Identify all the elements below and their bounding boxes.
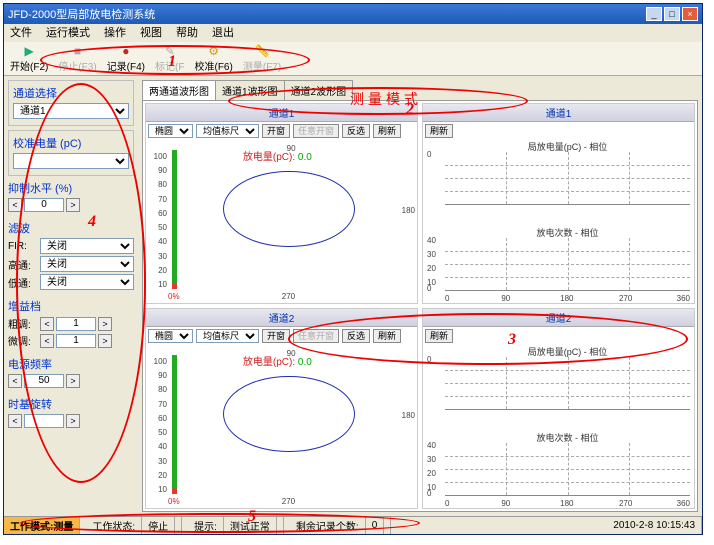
suppress-dec[interactable]: < bbox=[8, 198, 22, 212]
channel-select[interactable]: 通道1 bbox=[13, 103, 129, 119]
maximize-icon[interactable]: □ bbox=[664, 7, 680, 21]
play-icon: ▶ bbox=[25, 44, 34, 58]
group-filter: 滤波 FIR:关闭 高通:关闭 低通:关闭 bbox=[8, 220, 134, 294]
menu-runmode[interactable]: 运行模式 bbox=[46, 24, 90, 42]
fine-dec[interactable]: < bbox=[40, 334, 54, 348]
menu-operate[interactable]: 操作 bbox=[104, 24, 126, 42]
group-title: 通道选择 bbox=[13, 85, 129, 101]
refresh2-button[interactable]: 刷新 bbox=[425, 124, 453, 138]
tab-ch1[interactable]: 通道1波形图 bbox=[215, 80, 285, 100]
pane-grid-ch1: 通道1 刷新 局放电量(pC) - 相位 0 放电次数 - 相位 40 30 2… bbox=[422, 103, 695, 304]
pane-ellipse-ch2: 通道2 椭圆 均值标尺 开窗 任意开窗 反选 刷新 10090807060504… bbox=[145, 308, 418, 509]
statusbar: 工作模式:测量 工作状态:停止 提示:测试正常 剩余记录个数:0 2010-2-… bbox=[4, 516, 702, 534]
menubar: 文件 运行模式 操作 视图 帮助 退出 bbox=[4, 24, 702, 42]
tool-stop: ■停止(F3) bbox=[58, 44, 96, 73]
window-button[interactable]: 开窗 bbox=[262, 124, 290, 138]
suppress-inc[interactable]: > bbox=[66, 198, 80, 212]
fine-inc[interactable]: > bbox=[98, 334, 112, 348]
calib-select[interactable] bbox=[13, 153, 129, 169]
toolbar: ▶开始(F2) ■停止(F3) ●记录(F4) ✎标记(F ⚙校准(F6) 📏测… bbox=[4, 42, 702, 76]
plotarea: 放电量(pC): 0.0 0% 90 180 270 bbox=[170, 150, 413, 289]
sidebar: 通道选择 通道1 校准电量 (pC) 抑制水平 (%) < 0 > 滤波 FIR… bbox=[4, 76, 138, 516]
status-time: 2010-2-8 10:15:43 bbox=[607, 517, 702, 534]
record-icon: ● bbox=[122, 44, 129, 58]
close-icon[interactable]: × bbox=[682, 7, 698, 21]
group-power: 电源频率 <50> bbox=[8, 356, 134, 392]
pane-grid-ch2: 通道2 刷新 局放电量(pC) - 相位 0 放电次数 - 相位 40 30 2… bbox=[422, 308, 695, 509]
coarse-dec[interactable]: < bbox=[40, 317, 54, 331]
tab-both[interactable]: 两通道波形图 bbox=[142, 80, 216, 100]
shape-select[interactable]: 椭圆 bbox=[148, 124, 193, 138]
anywindow-button: 任意开窗 bbox=[293, 124, 339, 138]
titlebar: JFD-2000型局部放电检测系统 _ □ × bbox=[4, 4, 702, 24]
menu-help[interactable]: 帮助 bbox=[176, 24, 198, 42]
group-channel: 通道选择 通道1 bbox=[8, 80, 134, 126]
group-calib: 校准电量 (pC) bbox=[8, 130, 134, 176]
group-rot: 时基旋转 <> bbox=[8, 396, 134, 432]
tool-calibrate[interactable]: ⚙校准(F6) bbox=[194, 44, 232, 73]
group-gain: 增益档 粗调:<1> 微调:<1> bbox=[8, 298, 134, 352]
level-bar bbox=[172, 150, 177, 289]
window-title: JFD-2000型局部放电检测系统 bbox=[8, 6, 646, 22]
ellipse-plot bbox=[223, 171, 354, 247]
tool-start[interactable]: ▶开始(F2) bbox=[10, 44, 48, 73]
tool-record[interactable]: ●记录(F4) bbox=[107, 44, 145, 73]
pane-ellipse-ch1: 通道1 椭圆 均值标尺 开窗 任意开窗 反选 刷新 10090807060504… bbox=[145, 103, 418, 304]
tabs: 两通道波形图 通道1波形图 通道2波形图 bbox=[142, 80, 698, 100]
menu-view[interactable]: 视图 bbox=[140, 24, 162, 42]
refresh-button[interactable]: 刷新 bbox=[373, 124, 401, 138]
minimize-icon[interactable]: _ bbox=[646, 7, 662, 21]
mark-icon: ✎ bbox=[165, 44, 175, 58]
menu-exit[interactable]: 退出 bbox=[212, 24, 234, 42]
tab-ch2[interactable]: 通道2波形图 bbox=[284, 80, 354, 100]
group-suppress: 抑制水平 (%) < 0 > bbox=[8, 180, 134, 216]
rot-dec[interactable]: < bbox=[8, 414, 22, 428]
stop-icon: ■ bbox=[74, 44, 81, 58]
fir-select[interactable]: 关闭 bbox=[40, 238, 134, 254]
lp-select[interactable]: 关闭 bbox=[40, 274, 134, 290]
coarse-inc[interactable]: > bbox=[98, 317, 112, 331]
power-dec[interactable]: < bbox=[8, 374, 22, 388]
invert-button[interactable]: 反选 bbox=[342, 124, 370, 138]
yaxis: 100908070605040302010 bbox=[146, 140, 168, 303]
hp-select[interactable]: 关闭 bbox=[40, 256, 134, 272]
tool-measure: 📏测量(F7) bbox=[243, 44, 281, 73]
rot-inc[interactable]: > bbox=[66, 414, 80, 428]
power-inc[interactable]: > bbox=[66, 374, 80, 388]
menu-file[interactable]: 文件 bbox=[10, 24, 32, 42]
measure-icon: 📏 bbox=[255, 44, 270, 58]
calibrate-icon: ⚙ bbox=[208, 44, 219, 58]
suppress-value[interactable]: 0 bbox=[24, 198, 64, 212]
ruler-select[interactable]: 均值标尺 bbox=[196, 124, 259, 138]
tool-mark: ✎标记(F bbox=[155, 44, 184, 73]
